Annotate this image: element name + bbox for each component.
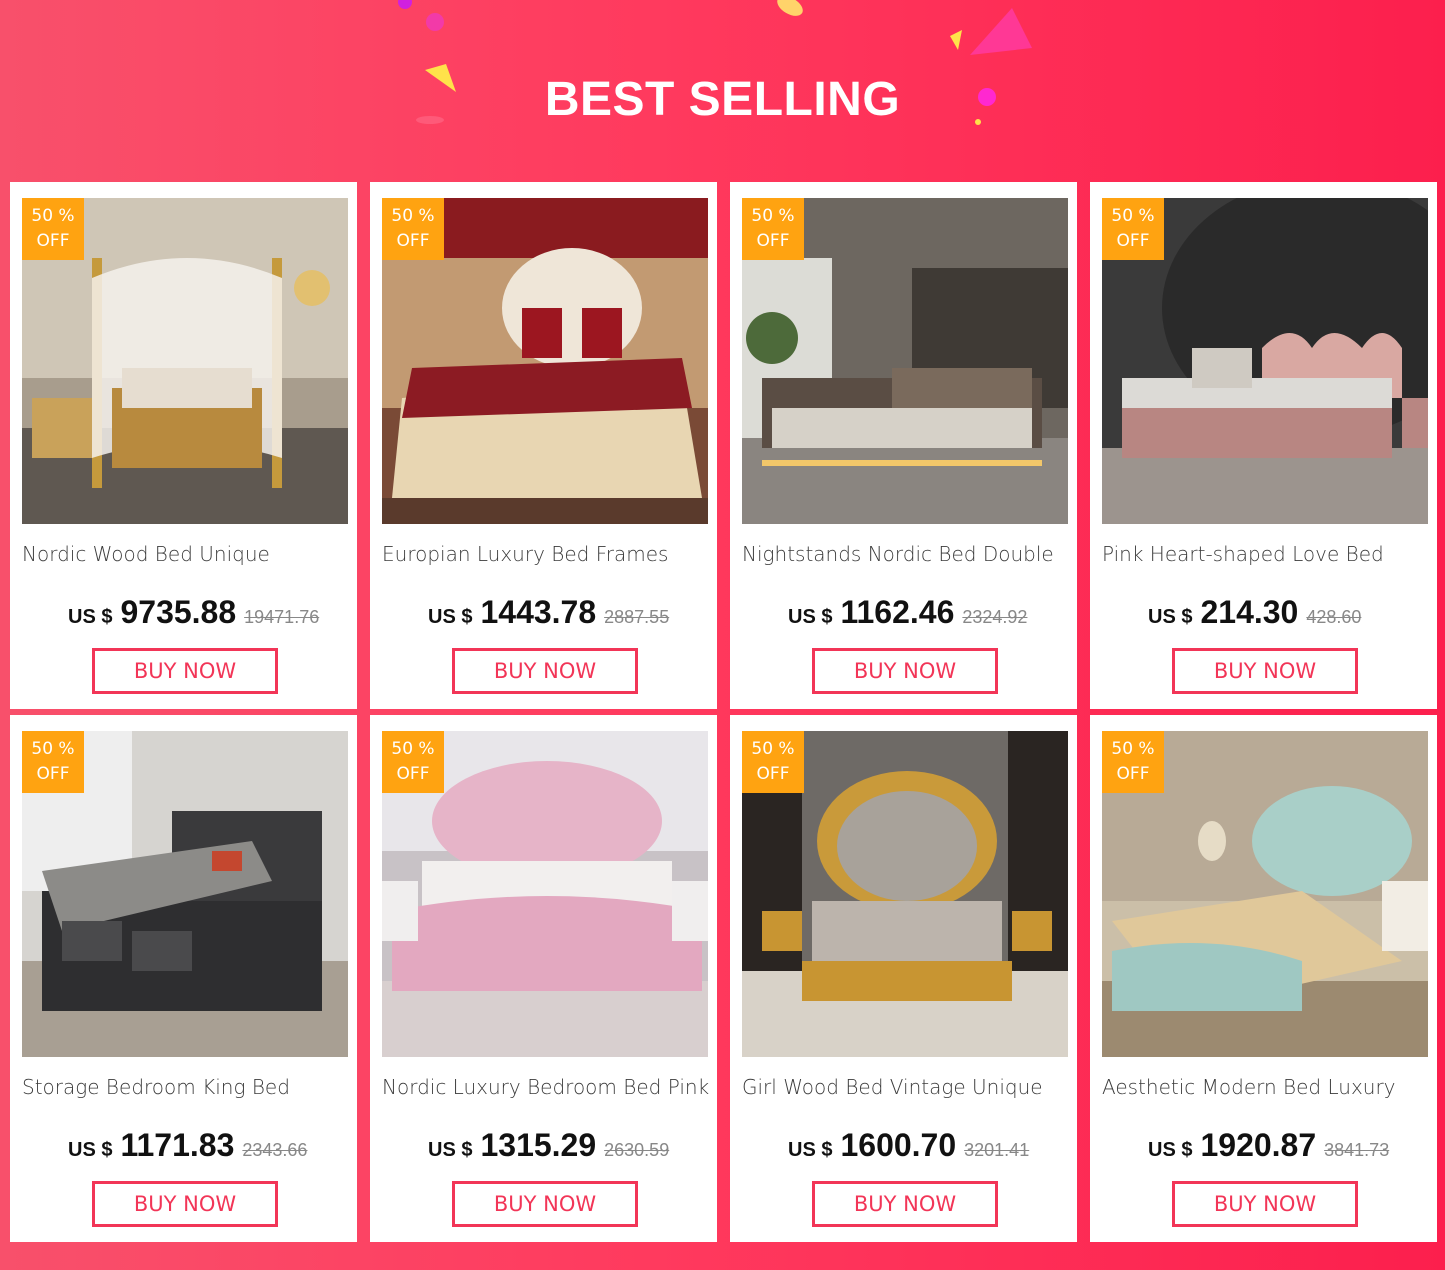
sale-price: 214.30	[1200, 594, 1299, 630]
original-price: 2630.59	[604, 1140, 670, 1160]
product-name[interactable]: Nordic Wood Bed Unique	[22, 542, 352, 566]
sale-price: 1162.46	[840, 594, 955, 630]
discount-badge: 50 % OFF	[1102, 731, 1164, 793]
discount-badge: 50 % OFF	[742, 731, 804, 793]
product-image[interactable]: 50 % OFF	[382, 198, 708, 524]
original-price: 2343.66	[242, 1140, 308, 1160]
buy-now-button[interactable]: BUY NOW	[812, 1181, 998, 1227]
product-image[interactable]: 50 % OFF	[742, 198, 1068, 524]
currency-label: US $	[428, 606, 473, 628]
original-price: 3841.73	[1324, 1140, 1390, 1160]
currency-label: US $	[1148, 606, 1193, 628]
discount-badge: 50 % OFF	[382, 731, 444, 793]
price-row: US $ 1920.87 3841.73	[1148, 1127, 1400, 1167]
product-card[interactable]: 50 % OFF Storage Bedroom King Bed US $ 11…	[10, 715, 357, 1242]
discount-badge: 50 % OFF	[382, 198, 444, 260]
product-card[interactable]: 50 % OFF Aesthetic Modern Bed Luxury US …	[1090, 715, 1437, 1242]
product-image[interactable]: 50 % OFF	[1102, 731, 1428, 1057]
price-row: US $ 214.30 428.60	[1148, 594, 1400, 634]
price-row: US $ 1315.29 2630.59	[428, 1127, 680, 1167]
original-price: 3201.41	[964, 1140, 1030, 1160]
product-card[interactable]: 50 % OFF Europian Luxury Bed Frames US $…	[370, 182, 717, 709]
currency-label: US $	[68, 606, 113, 628]
price-row: US $ 9735.88 19471.76	[68, 594, 320, 634]
sale-price: 1171.83	[120, 1127, 235, 1163]
currency-label: US $	[68, 1139, 113, 1161]
price-row: US $ 1443.78 2887.55	[428, 594, 680, 634]
original-price: 428.60	[1306, 607, 1362, 627]
discount-badge: 50 % OFF	[742, 198, 804, 260]
product-image[interactable]: 50 % OFF	[382, 731, 708, 1057]
currency-label: US $	[1148, 1139, 1193, 1161]
original-price: 2324.92	[962, 607, 1028, 627]
sale-price: 1600.70	[840, 1127, 957, 1163]
original-price: 19471.76	[244, 607, 320, 627]
discount-badge: 50 % OFF	[1102, 198, 1164, 260]
buy-now-button[interactable]: BUY NOW	[1172, 648, 1358, 694]
sale-price: 1443.78	[480, 594, 597, 630]
buy-now-button[interactable]: BUY NOW	[812, 648, 998, 694]
currency-label: US $	[788, 606, 833, 628]
currency-label: US $	[788, 1139, 833, 1161]
product-name[interactable]: Storage Bedroom King Bed	[22, 1075, 352, 1099]
buy-now-button[interactable]: BUY NOW	[452, 648, 638, 694]
sale-price: 1920.87	[1200, 1127, 1317, 1163]
product-name[interactable]: Europian Luxury Bed Frames	[382, 542, 712, 566]
product-card[interactable]: 50 % OFF Nightstands Nordic Bed Double U…	[730, 182, 1077, 709]
product-card[interactable]: 50 % OFF Girl Wood Bed Vintage Unique US…	[730, 715, 1077, 1242]
sale-price: 9735.88	[120, 594, 237, 630]
product-image[interactable]: 50 % OFF	[742, 731, 1068, 1057]
buy-now-button[interactable]: BUY NOW	[92, 1181, 278, 1227]
product-card[interactable]: 50 % OFF Nordic Luxury Bedroom Bed Pink …	[370, 715, 717, 1242]
product-image[interactable]: 50 % OFF	[1102, 198, 1428, 524]
product-name[interactable]: Aesthetic Modern Bed Luxury	[1102, 1075, 1432, 1099]
product-name[interactable]: Girl Wood Bed Vintage Unique	[742, 1075, 1072, 1099]
sale-price: 1315.29	[480, 1127, 597, 1163]
product-name[interactable]: Nordic Luxury Bedroom Bed Pink	[382, 1075, 712, 1099]
product-image[interactable]: 50 % OFF	[22, 198, 348, 524]
product-card[interactable]: 50 % OFF Nordic Wood Bed Unique US $ 9735…	[10, 182, 357, 709]
currency-label: US $	[428, 1139, 473, 1161]
discount-badge: 50 % OFF	[22, 198, 84, 260]
product-image[interactable]: 50 % OFF	[22, 731, 348, 1057]
product-grid: 50 % OFF Nordic Wood Bed Unique US $ 9735…	[0, 0, 1445, 1270]
buy-now-button[interactable]: BUY NOW	[452, 1181, 638, 1227]
best-selling-page: BEST SELLING 50 % OFF Nordic Wood Bed Un…	[0, 0, 1445, 1270]
price-row: US $ 1162.46 2324.92	[788, 594, 1040, 634]
buy-now-button[interactable]: BUY NOW	[92, 648, 278, 694]
buy-now-button[interactable]: BUY NOW	[1172, 1181, 1358, 1227]
price-row: US $ 1600.70 3201.41	[788, 1127, 1040, 1167]
product-name[interactable]: Pink Heart-shaped Love Bed	[1102, 542, 1432, 566]
product-name[interactable]: Nightstands Nordic Bed Double	[742, 542, 1072, 566]
product-card[interactable]: 50 % OFF Pink Heart-shaped Love Bed US $…	[1090, 182, 1437, 709]
discount-badge: 50 % OFF	[22, 731, 84, 793]
price-row: US $ 1171.83 2343.66	[68, 1127, 320, 1167]
original-price: 2887.55	[604, 607, 670, 627]
